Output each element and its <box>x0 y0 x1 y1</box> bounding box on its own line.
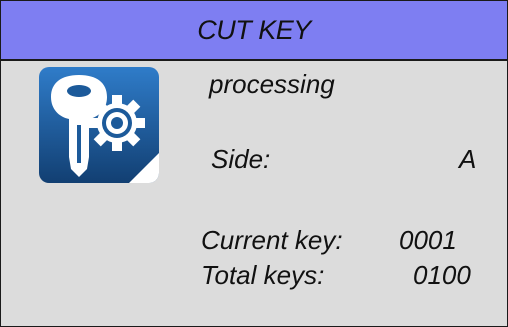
side-label: Side: <box>211 144 271 174</box>
title-bar: CUT KEY <box>1 1 507 61</box>
side-value: A <box>459 144 477 174</box>
screen-title: CUT KEY <box>197 14 311 45</box>
current-key-value: 0001 <box>399 225 457 255</box>
key-cutting-icon <box>39 67 159 183</box>
total-keys-value: 0100 <box>413 260 471 290</box>
cut-key-screen: CUT KEY processing Side: A Current key: … <box>0 0 508 327</box>
current-key-label: Current key: <box>201 225 343 255</box>
status-text: processing <box>209 69 335 99</box>
total-keys-label: Total keys: <box>201 260 325 290</box>
